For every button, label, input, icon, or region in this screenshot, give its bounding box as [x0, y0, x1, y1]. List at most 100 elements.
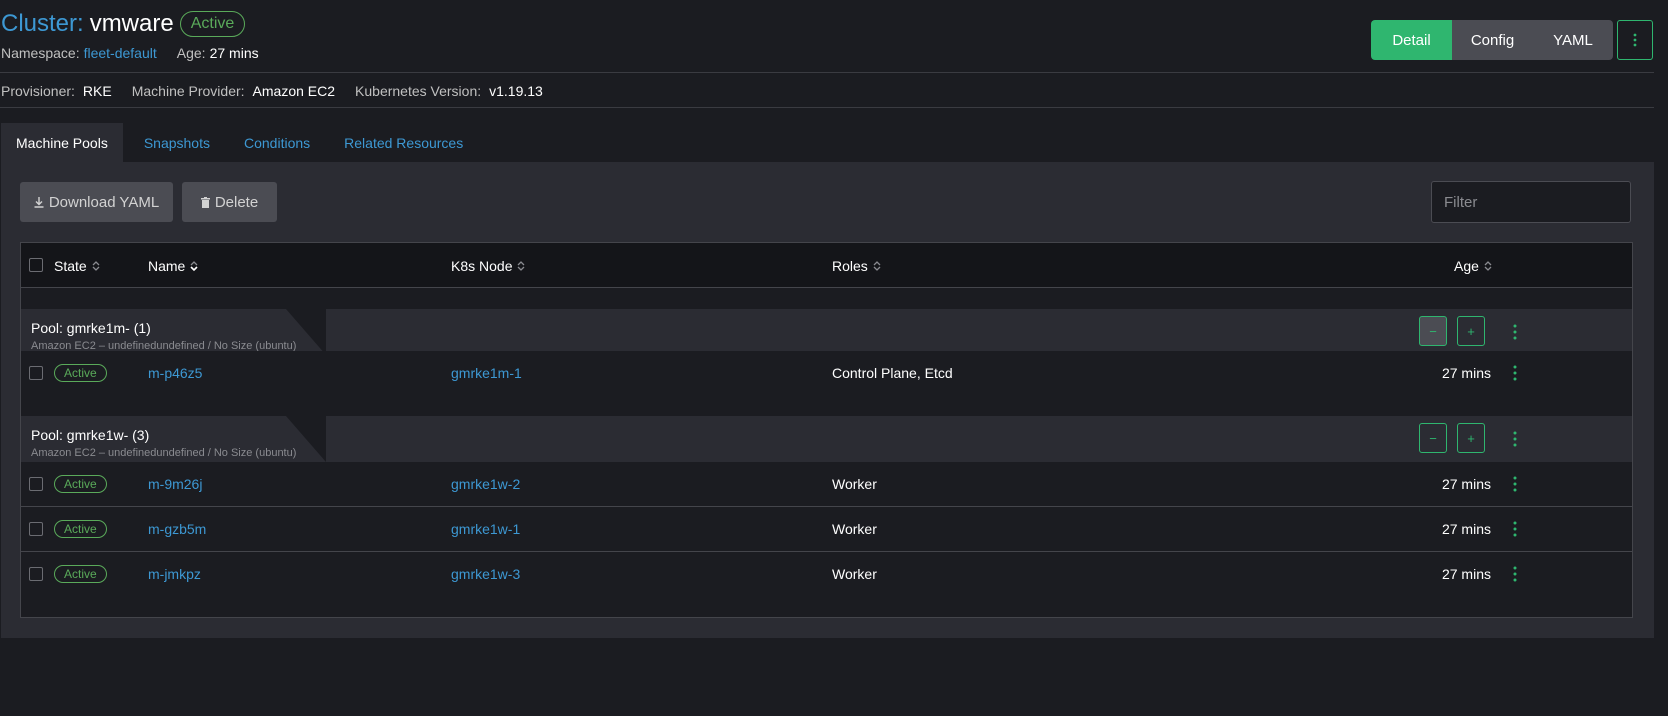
- machine-name-link[interactable]: m-p46z5: [148, 365, 202, 381]
- pool-title: Pool: gmrke1m- (1): [31, 320, 151, 336]
- k8s-node-link[interactable]: gmrke1w-3: [451, 566, 520, 582]
- cluster-meta: Namespace: fleet-default Age: 27 mins: [1, 45, 259, 61]
- column-age[interactable]: Age: [1454, 243, 1492, 288]
- select-all-checkbox[interactable]: [29, 258, 43, 272]
- column-name[interactable]: Name: [148, 243, 198, 288]
- table-row: Active m-9m26j gmrke1w-2 Worker 27 mins: [21, 462, 1632, 506]
- roles-value: Worker: [832, 521, 877, 537]
- namespace-label: Namespace:: [1, 45, 80, 61]
- tab-conditions[interactable]: Conditions: [231, 123, 323, 162]
- kebab-icon[interactable]: [1510, 521, 1520, 537]
- scale-up-button[interactable]: +: [1457, 423, 1485, 453]
- table-header: State Name K8s Node Roles Age: [21, 243, 1632, 288]
- divider: [0, 72, 1654, 73]
- kebab-icon[interactable]: [1510, 324, 1520, 340]
- age-value: 27 mins: [1441, 476, 1491, 492]
- detail-button[interactable]: Detail: [1371, 20, 1452, 60]
- view-switcher: Detail Config YAML: [1371, 20, 1653, 60]
- row-checkbox[interactable]: [29, 567, 43, 581]
- table-row: Active m-jmkpz gmrke1w-3 Worker 27 mins: [21, 552, 1632, 596]
- page-header: Cluster: vmware Active Namespace: fleet-…: [0, 0, 1668, 77]
- kebab-icon[interactable]: [1510, 365, 1520, 381]
- machine-name-link[interactable]: m-9m26j: [148, 476, 202, 492]
- cluster-name: vmware: [89, 10, 174, 37]
- row-checkbox[interactable]: [29, 522, 43, 536]
- scale-down-button[interactable]: −: [1419, 316, 1447, 346]
- page-title: Cluster: vmware Active: [1, 10, 246, 38]
- minus-icon: −: [1429, 430, 1437, 446]
- column-age-label: Age: [1454, 257, 1479, 274]
- k8s-node-link[interactable]: gmrke1m-1: [451, 365, 522, 381]
- scale-down-button[interactable]: −: [1419, 423, 1447, 453]
- roles-value: Worker: [832, 476, 877, 492]
- column-state-label: State: [54, 257, 87, 274]
- machine-pools-panel: Download YAML Delete State Name K8s Node: [1, 162, 1654, 638]
- age-value: 27 mins: [1441, 365, 1491, 381]
- k8s-node-link[interactable]: gmrke1w-2: [451, 476, 520, 492]
- sort-icon: [190, 260, 198, 271]
- tab-machine-pools[interactable]: Machine Pools: [1, 123, 123, 162]
- column-k8s-node-label: K8s Node: [451, 257, 513, 274]
- download-yaml-button[interactable]: Download YAML: [20, 182, 173, 222]
- delete-button[interactable]: Delete: [182, 182, 277, 222]
- filter-input[interactable]: [1431, 181, 1631, 223]
- cluster-details: Provisioner: RKE Machine Provider: Amazo…: [1, 83, 563, 99]
- sort-icon: [1484, 260, 1492, 271]
- status-badge: Active: [179, 11, 246, 37]
- kebab-icon[interactable]: [1510, 431, 1520, 447]
- column-roles[interactable]: Roles: [832, 243, 881, 288]
- plus-icon: +: [1467, 323, 1475, 339]
- machine-name-link[interactable]: m-gzb5m: [148, 521, 206, 537]
- k8s-version-label: Kubernetes Version:: [355, 83, 482, 99]
- tab-related-resources[interactable]: Related Resources: [331, 123, 476, 162]
- row-checkbox[interactable]: [29, 477, 43, 491]
- yaml-button[interactable]: YAML: [1533, 20, 1613, 60]
- column-k8s-node[interactable]: K8s Node: [451, 243, 525, 288]
- roles-value: Worker: [832, 566, 877, 582]
- download-yaml-label: Download YAML: [48, 193, 160, 211]
- state-badge: Active: [54, 565, 107, 583]
- row-checkbox[interactable]: [29, 366, 43, 380]
- machine-provider-value: Amazon EC2: [252, 83, 336, 99]
- k8s-version-value: v1.19.13: [489, 83, 543, 99]
- provisioner-value: RKE: [82, 83, 112, 99]
- kebab-icon: [1633, 33, 1637, 47]
- column-state[interactable]: State: [54, 243, 100, 288]
- pool-title: Pool: gmrke1w- (3): [31, 427, 150, 443]
- table-row: Active m-gzb5m gmrke1w-1 Worker 27 mins: [21, 507, 1632, 551]
- plus-icon: +: [1467, 430, 1475, 446]
- roles-value: Control Plane, Etcd: [832, 365, 953, 381]
- state-badge: Active: [54, 520, 107, 538]
- table-row: Active m-p46z5 gmrke1m-1 Control Plane, …: [21, 351, 1632, 395]
- title-prefix: Cluster:: [1, 10, 84, 37]
- pool-subtitle: Amazon EC2 – undefinedundefined / No Siz…: [31, 447, 297, 459]
- provisioner-label: Provisioner:: [1, 83, 75, 99]
- column-name-label: Name: [148, 257, 186, 274]
- k8s-node-link[interactable]: gmrke1w-1: [451, 521, 520, 537]
- namespace-link[interactable]: fleet-default: [84, 45, 157, 61]
- sort-icon: [518, 260, 525, 271]
- machine-name-link[interactable]: m-jmkpz: [148, 566, 201, 582]
- minus-icon: −: [1429, 323, 1437, 339]
- age-value: 27 mins: [1441, 521, 1491, 537]
- pool-group: Pool: gmrke1w- (3) Amazon EC2 – undefine…: [21, 395, 1632, 462]
- machines-table: State Name K8s Node Roles Age Pool: gmrk…: [20, 242, 1633, 618]
- state-badge: Active: [54, 475, 107, 493]
- divider: [0, 107, 1654, 108]
- age-label: Age:: [176, 45, 206, 61]
- machine-provider-label: Machine Provider:: [131, 83, 245, 99]
- sort-icon: [873, 260, 881, 271]
- scale-up-button[interactable]: +: [1457, 316, 1485, 346]
- delete-label: Delete: [214, 193, 259, 211]
- kebab-icon[interactable]: [1510, 566, 1520, 582]
- header-actions-button[interactable]: [1617, 20, 1653, 60]
- sort-icon: [92, 260, 100, 271]
- tab-snapshots[interactable]: Snapshots: [131, 123, 223, 162]
- kebab-icon[interactable]: [1510, 476, 1520, 492]
- pool-group: Pool: gmrke1m- (1) Amazon EC2 – undefine…: [21, 289, 1632, 355]
- config-button[interactable]: Config: [1452, 20, 1533, 60]
- tab-bar: Machine Pools Snapshots Conditions Relat…: [1, 123, 484, 162]
- age-value: 27 mins: [1441, 566, 1491, 582]
- column-roles-label: Roles: [832, 257, 868, 274]
- download-icon: [34, 196, 44, 208]
